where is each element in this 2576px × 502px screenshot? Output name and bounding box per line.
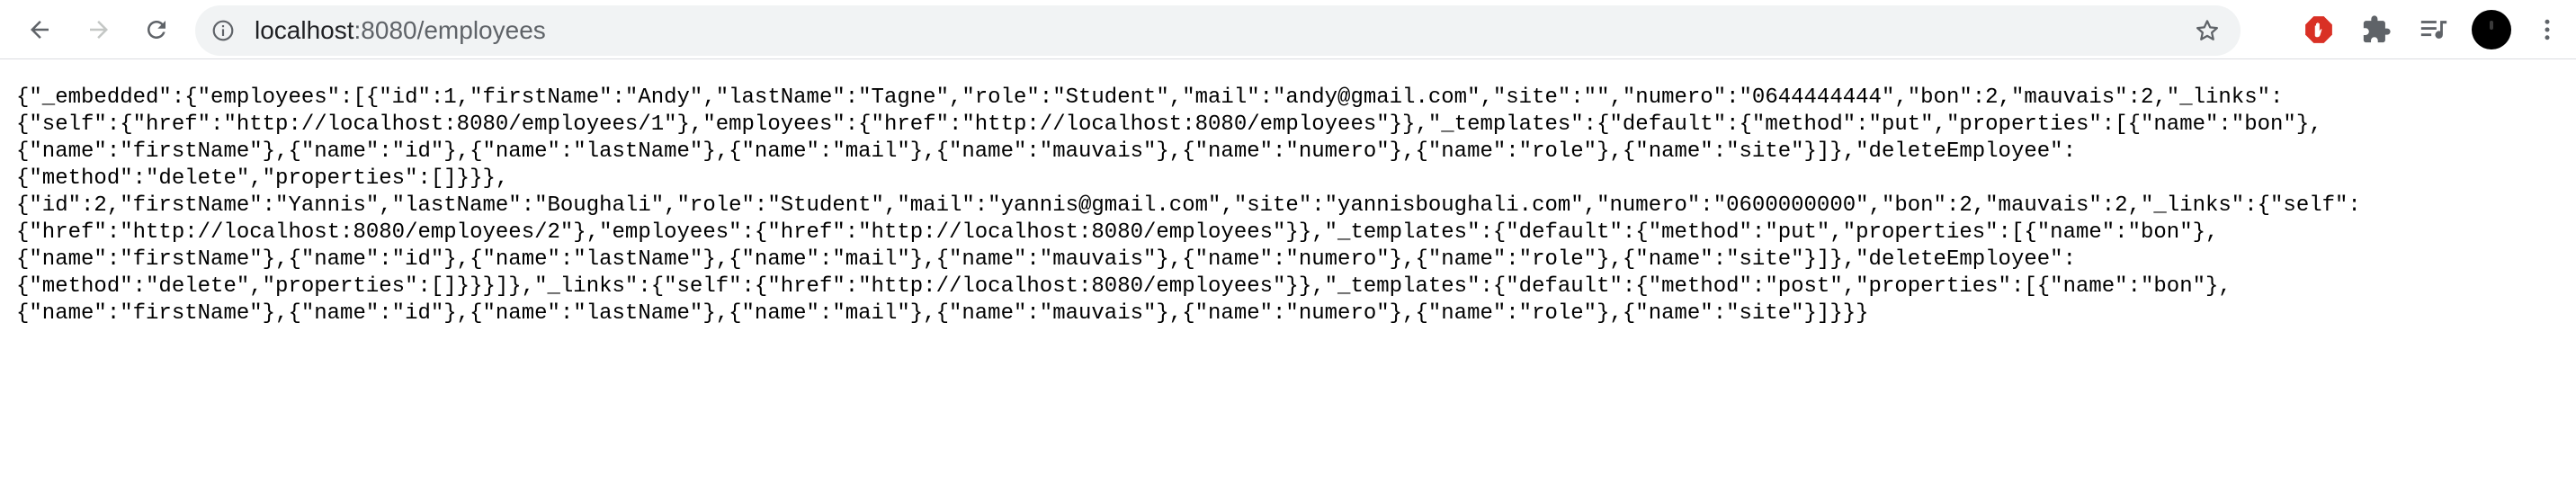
star-icon[interactable]	[2194, 17, 2221, 44]
json-line: {"name":"firstName"},{"name":"id"},{"nam…	[16, 301, 1869, 326]
kebab-menu-icon	[2545, 19, 2550, 40]
back-button[interactable]	[18, 8, 61, 51]
json-line: {"_embedded":{"employees":[{"id":1,"firs…	[16, 85, 2284, 110]
puzzle-icon	[2363, 15, 2391, 43]
info-icon[interactable]	[211, 19, 235, 42]
adblock-extension-button[interactable]	[2297, 8, 2340, 51]
media-control-button[interactable]	[2412, 8, 2455, 51]
reload-icon	[148, 21, 165, 39]
browser-toolbar: localhost:8080/employees	[0, 0, 2576, 59]
browser-menu-button[interactable]	[2529, 8, 2565, 51]
arrow-right-icon	[90, 21, 108, 39]
playlist-icon	[2420, 21, 2447, 39]
extensions-button[interactable]	[2355, 8, 2398, 51]
json-response-body: {"_embedded":{"employees":[{"id":1,"firs…	[16, 85, 2562, 327]
json-line: {"id":2,"firstName":"Yannis","lastName":…	[16, 193, 2361, 218]
url-text[interactable]: localhost:8080/employees	[255, 5, 546, 56]
reload-button[interactable]	[135, 8, 178, 51]
json-line: {"self":{"href":"http://localhost:8080/e…	[16, 112, 2322, 137]
url-host: localhost	[255, 16, 354, 44]
json-line: {"href":"http://localhost:8080/employees…	[16, 220, 2219, 245]
json-line: {"name":"firstName"},{"name":"id"},{"nam…	[16, 247, 2076, 272]
forward-button[interactable]	[77, 8, 121, 51]
arrow-left-icon	[31, 21, 49, 39]
url-path: :8080/employees	[353, 16, 546, 44]
json-line: {"name":"firstName"},{"name":"id"},{"nam…	[16, 139, 2076, 164]
json-line: {"method":"delete","properties":[]}}}]},…	[16, 274, 2232, 299]
stop-hand-icon	[2305, 16, 2332, 43]
address-bar[interactable]: localhost:8080/employees	[195, 5, 2241, 56]
json-line: {"method":"delete","properties":[]}}},	[16, 166, 509, 191]
avatar[interactable]	[2472, 10, 2511, 49]
